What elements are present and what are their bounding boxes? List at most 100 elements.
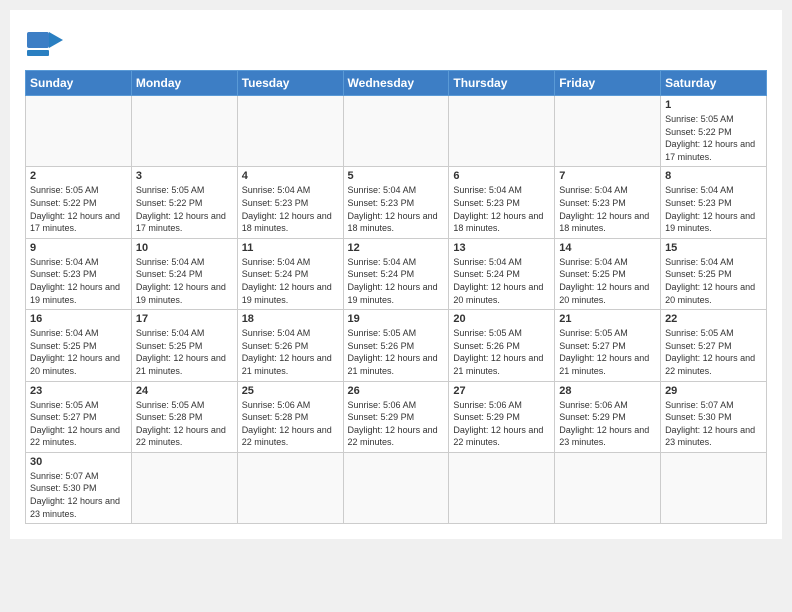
day-number: 3 bbox=[136, 170, 233, 182]
page: SundayMondayTuesdayWednesdayThursdayFrid… bbox=[10, 10, 782, 539]
day-info: Sunrise: 5:04 AM Sunset: 5:24 PM Dayligh… bbox=[136, 256, 233, 306]
calendar: SundayMondayTuesdayWednesdayThursdayFrid… bbox=[25, 70, 767, 524]
calendar-day-cell: 22 Sunrise: 5:05 AM Sunset: 5:27 PM Dayli… bbox=[661, 310, 767, 381]
day-info: Sunrise: 5:04 AM Sunset: 5:25 PM Dayligh… bbox=[136, 327, 233, 377]
day-info: Sunrise: 5:04 AM Sunset: 5:23 PM Dayligh… bbox=[559, 184, 656, 234]
day-info: Sunrise: 5:04 AM Sunset: 5:25 PM Dayligh… bbox=[665, 256, 762, 306]
calendar-week-row: 2Sunrise: 5:05 AM Sunset: 5:22 PM Daylig… bbox=[26, 167, 767, 238]
day-number: 1 bbox=[665, 99, 762, 111]
weekday-header-wednesday: Wednesday bbox=[343, 71, 449, 96]
day-number: 18 bbox=[242, 313, 339, 325]
calendar-day-cell bbox=[237, 452, 343, 523]
day-info: Sunrise: 5:06 AM Sunset: 5:28 PM Dayligh… bbox=[242, 399, 339, 449]
day-number: 21 bbox=[559, 313, 656, 325]
calendar-day-cell: 4Sunrise: 5:04 AM Sunset: 5:23 PM Daylig… bbox=[237, 167, 343, 238]
calendar-day-cell: 16Sunrise: 5:04 AM Sunset: 5:25 PM Dayli… bbox=[26, 310, 132, 381]
calendar-day-cell: 24Sunrise: 5:05 AM Sunset: 5:28 PM Dayli… bbox=[131, 381, 237, 452]
day-number: 12 bbox=[348, 242, 445, 254]
day-info: Sunrise: 5:04 AM Sunset: 5:26 PM Dayligh… bbox=[242, 327, 339, 377]
calendar-day-cell: 13 Sunrise: 5:04 AM Sunset: 5:24 PM Dayli… bbox=[449, 238, 555, 309]
calendar-day-cell: 21Sunrise: 5:05 AM Sunset: 5:27 PM Dayli… bbox=[555, 310, 661, 381]
calendar-day-cell: 8 Sunrise: 5:04 AM Sunset: 5:23 PM Daylig… bbox=[661, 167, 767, 238]
day-info: Sunrise: 5:04 AM Sunset: 5:23 PM Dayligh… bbox=[453, 184, 550, 234]
calendar-day-cell bbox=[343, 96, 449, 167]
weekday-header-monday: Monday bbox=[131, 71, 237, 96]
day-info: Sunrise: 5:05 AM Sunset: 5:26 PM Dayligh… bbox=[453, 327, 550, 377]
calendar-day-cell: 3 Sunrise: 5:05 AM Sunset: 5:22 PM Daylig… bbox=[131, 167, 237, 238]
weekday-header-friday: Friday bbox=[555, 71, 661, 96]
calendar-day-cell: 7 Sunrise: 5:04 AM Sunset: 5:23 PM Daylig… bbox=[555, 167, 661, 238]
calendar-day-cell: 19 Sunrise: 5:05 AM Sunset: 5:26 PM Dayli… bbox=[343, 310, 449, 381]
calendar-day-cell: 17 Sunrise: 5:04 AM Sunset: 5:25 PM Dayli… bbox=[131, 310, 237, 381]
day-info: Sunrise: 5:05 AM Sunset: 5:27 PM Dayligh… bbox=[665, 327, 762, 377]
calendar-day-cell bbox=[449, 452, 555, 523]
calendar-day-cell: 20Sunrise: 5:05 AM Sunset: 5:26 PM Dayli… bbox=[449, 310, 555, 381]
weekday-header-tuesday: Tuesday bbox=[237, 71, 343, 96]
calendar-day-cell bbox=[26, 96, 132, 167]
calendar-day-cell: 18 Sunrise: 5:04 AM Sunset: 5:26 PM Dayli… bbox=[237, 310, 343, 381]
logo-icon bbox=[25, 24, 65, 64]
day-number: 10 bbox=[136, 242, 233, 254]
day-number: 25 bbox=[242, 385, 339, 397]
day-info: Sunrise: 5:04 AM Sunset: 5:24 PM Dayligh… bbox=[242, 256, 339, 306]
day-info: Sunrise: 5:04 AM Sunset: 5:23 PM Dayligh… bbox=[665, 184, 762, 234]
calendar-day-cell: 15Sunrise: 5:04 AM Sunset: 5:25 PM Dayli… bbox=[661, 238, 767, 309]
calendar-day-cell: 30 Sunrise: 5:07 AM Sunset: 5:30 PM Dayli… bbox=[26, 452, 132, 523]
calendar-day-cell bbox=[449, 96, 555, 167]
day-number: 28 bbox=[559, 385, 656, 397]
day-info: Sunrise: 5:05 AM Sunset: 5:26 PM Dayligh… bbox=[348, 327, 445, 377]
day-info: Sunrise: 5:06 AM Sunset: 5:29 PM Dayligh… bbox=[453, 399, 550, 449]
day-info: Sunrise: 5:04 AM Sunset: 5:24 PM Dayligh… bbox=[348, 256, 445, 306]
calendar-day-cell: 2Sunrise: 5:05 AM Sunset: 5:22 PM Daylig… bbox=[26, 167, 132, 238]
day-number: 19 bbox=[348, 313, 445, 325]
calendar-day-cell bbox=[237, 96, 343, 167]
calendar-week-row: 16Sunrise: 5:04 AM Sunset: 5:25 PM Dayli… bbox=[26, 310, 767, 381]
day-number: 7 bbox=[559, 170, 656, 182]
day-number: 11 bbox=[242, 242, 339, 254]
calendar-day-cell: 11 Sunrise: 5:04 AM Sunset: 5:24 PM Dayli… bbox=[237, 238, 343, 309]
calendar-day-cell: 1 Sunrise: 5:05 AM Sunset: 5:22 PM Daylig… bbox=[661, 96, 767, 167]
calendar-week-row: 30 Sunrise: 5:07 AM Sunset: 5:30 PM Dayli… bbox=[26, 452, 767, 523]
calendar-day-cell: 25 Sunrise: 5:06 AM Sunset: 5:28 PM Dayli… bbox=[237, 381, 343, 452]
day-number: 13 bbox=[453, 242, 550, 254]
logo bbox=[25, 24, 69, 64]
day-number: 23 bbox=[30, 385, 127, 397]
day-number: 6 bbox=[453, 170, 550, 182]
day-number: 14 bbox=[559, 242, 656, 254]
calendar-day-cell bbox=[343, 452, 449, 523]
day-number: 17 bbox=[136, 313, 233, 325]
calendar-week-row: 23 Sunrise: 5:05 AM Sunset: 5:27 PM Dayli… bbox=[26, 381, 767, 452]
calendar-week-row: 9Sunrise: 5:04 AM Sunset: 5:23 PM Daylig… bbox=[26, 238, 767, 309]
calendar-day-cell bbox=[555, 452, 661, 523]
day-info: Sunrise: 5:07 AM Sunset: 5:30 PM Dayligh… bbox=[30, 470, 127, 520]
day-number: 22 bbox=[665, 313, 762, 325]
day-info: Sunrise: 5:04 AM Sunset: 5:23 PM Dayligh… bbox=[348, 184, 445, 234]
weekday-header-sunday: Sunday bbox=[26, 71, 132, 96]
calendar-week-row: 1 Sunrise: 5:05 AM Sunset: 5:22 PM Daylig… bbox=[26, 96, 767, 167]
header bbox=[25, 20, 767, 64]
day-info: Sunrise: 5:05 AM Sunset: 5:22 PM Dayligh… bbox=[136, 184, 233, 234]
calendar-day-cell bbox=[555, 96, 661, 167]
day-info: Sunrise: 5:04 AM Sunset: 5:25 PM Dayligh… bbox=[30, 327, 127, 377]
day-info: Sunrise: 5:05 AM Sunset: 5:22 PM Dayligh… bbox=[665, 113, 762, 163]
calendar-day-cell bbox=[131, 452, 237, 523]
calendar-day-cell: 27Sunrise: 5:06 AM Sunset: 5:29 PM Dayli… bbox=[449, 381, 555, 452]
day-number: 29 bbox=[665, 385, 762, 397]
calendar-day-cell: 29 Sunrise: 5:07 AM Sunset: 5:30 PM Dayli… bbox=[661, 381, 767, 452]
calendar-day-cell: 14Sunrise: 5:04 AM Sunset: 5:25 PM Dayli… bbox=[555, 238, 661, 309]
calendar-day-cell: 10 Sunrise: 5:04 AM Sunset: 5:24 PM Dayli… bbox=[131, 238, 237, 309]
weekday-header-saturday: Saturday bbox=[661, 71, 767, 96]
day-number: 24 bbox=[136, 385, 233, 397]
calendar-day-cell: 5Sunrise: 5:04 AM Sunset: 5:23 PM Daylig… bbox=[343, 167, 449, 238]
day-info: Sunrise: 5:06 AM Sunset: 5:29 PM Dayligh… bbox=[559, 399, 656, 449]
day-info: Sunrise: 5:07 AM Sunset: 5:30 PM Dayligh… bbox=[665, 399, 762, 449]
weekday-row: SundayMondayTuesdayWednesdayThursdayFrid… bbox=[26, 71, 767, 96]
day-info: Sunrise: 5:04 AM Sunset: 5:24 PM Dayligh… bbox=[453, 256, 550, 306]
day-info: Sunrise: 5:04 AM Sunset: 5:23 PM Dayligh… bbox=[30, 256, 127, 306]
day-number: 30 bbox=[30, 456, 127, 468]
day-info: Sunrise: 5:05 AM Sunset: 5:27 PM Dayligh… bbox=[30, 399, 127, 449]
calendar-day-cell: 6 Sunrise: 5:04 AM Sunset: 5:23 PM Daylig… bbox=[449, 167, 555, 238]
calendar-day-cell: 23 Sunrise: 5:05 AM Sunset: 5:27 PM Dayli… bbox=[26, 381, 132, 452]
day-number: 8 bbox=[665, 170, 762, 182]
calendar-header: SundayMondayTuesdayWednesdayThursdayFrid… bbox=[26, 71, 767, 96]
